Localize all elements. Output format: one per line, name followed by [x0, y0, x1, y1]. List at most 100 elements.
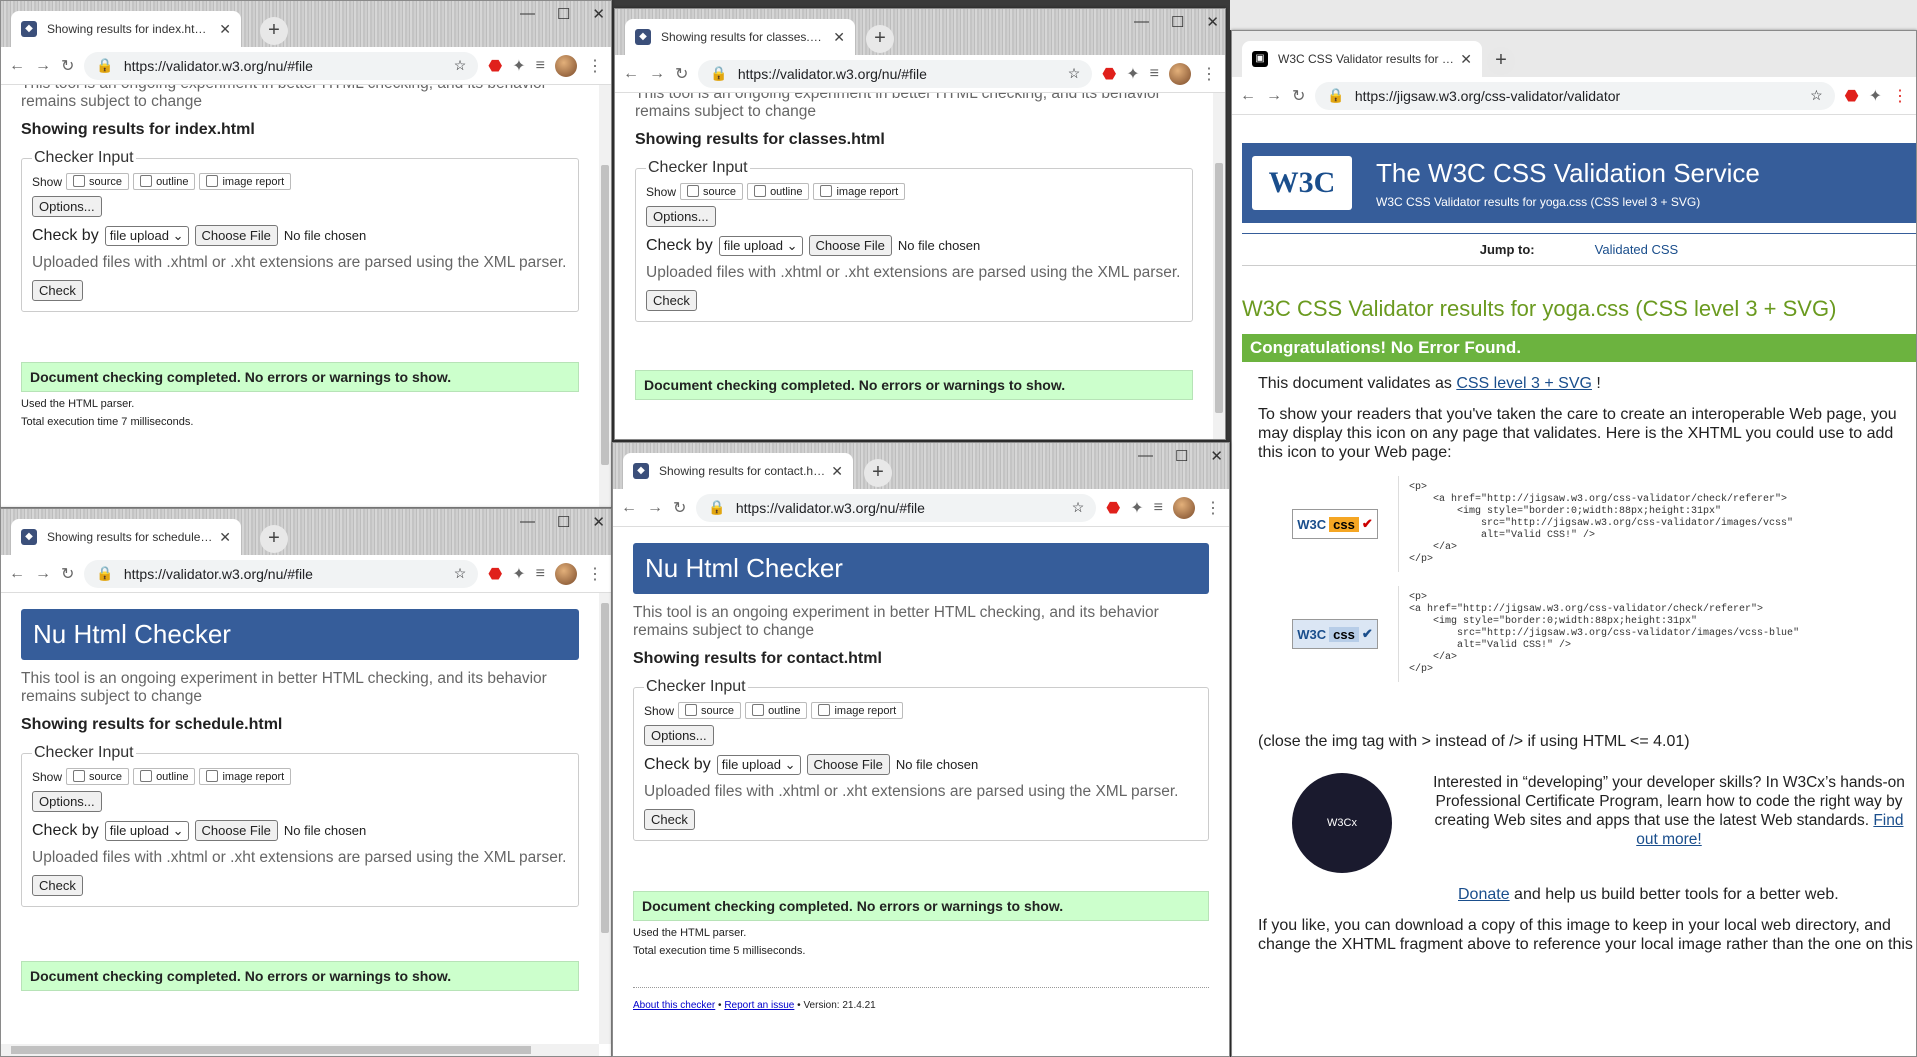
- menu-icon[interactable]: ⋮: [587, 564, 603, 584]
- valid-css-blue-badge[interactable]: W3C css ✔: [1292, 619, 1378, 649]
- star-icon[interactable]: ☆: [1068, 65, 1081, 82]
- menu-icon[interactable]: ⋮: [587, 56, 603, 76]
- choose-file-button[interactable]: Choose File: [806, 754, 890, 775]
- back-icon[interactable]: ←: [9, 57, 25, 75]
- extensions-icon[interactable]: ✦: [512, 564, 525, 584]
- outline-checkbox[interactable]: outline: [133, 768, 196, 785]
- close-window-icon[interactable]: ✕: [592, 5, 605, 23]
- source-checkbox[interactable]: source: [66, 173, 130, 190]
- report-issue-link[interactable]: Report an issue: [724, 1000, 794, 1011]
- maximize-icon[interactable]: ☐: [557, 513, 570, 531]
- minimize-icon[interactable]: —: [1134, 13, 1149, 31]
- extensions-icon[interactable]: ✦: [1130, 498, 1143, 518]
- forward-icon[interactable]: →: [1266, 87, 1282, 105]
- maximize-icon[interactable]: ☐: [1171, 13, 1184, 31]
- check-button[interactable]: Check: [32, 875, 83, 896]
- image-report-checkbox[interactable]: image report: [199, 768, 292, 785]
- outline-checkbox[interactable]: outline: [747, 183, 810, 200]
- adblock-icon[interactable]: ⬣: [488, 564, 502, 584]
- valid-css-badge[interactable]: W3C css ✔: [1292, 509, 1378, 539]
- tab-contact[interactable]: ◆ Showing results for contact.html ✕: [623, 453, 853, 489]
- options-button[interactable]: Options...: [32, 791, 102, 812]
- tab-css-validator[interactable]: ▣ W3C CSS Validator results for yo ✕: [1242, 41, 1482, 77]
- reload-icon[interactable]: ↻: [61, 564, 74, 584]
- forward-icon[interactable]: →: [647, 499, 663, 517]
- outline-checkbox[interactable]: outline: [133, 173, 196, 190]
- avatar[interactable]: [555, 54, 577, 77]
- choose-file-button[interactable]: Choose File: [808, 235, 892, 256]
- minimize-icon[interactable]: —: [1138, 447, 1153, 465]
- back-icon[interactable]: ←: [623, 65, 639, 83]
- adblock-icon[interactable]: ⬣: [1106, 498, 1120, 518]
- menu-icon[interactable]: ⋮: [1205, 498, 1221, 518]
- new-tab-button[interactable]: +: [260, 525, 288, 553]
- avatar[interactable]: [1173, 496, 1195, 519]
- reload-icon[interactable]: ↻: [61, 56, 74, 76]
- check-by-select[interactable]: file upload ⌄: [104, 225, 189, 246]
- new-tab-button[interactable]: +: [1487, 47, 1515, 75]
- source-checkbox[interactable]: source: [66, 768, 130, 785]
- extensions-icon[interactable]: ✦: [1126, 64, 1139, 84]
- image-report-checkbox[interactable]: image report: [813, 183, 906, 200]
- reload-icon[interactable]: ↻: [1292, 86, 1305, 106]
- address-bar[interactable]: 🔒 https://validator.w3.org/nu/#file ☆: [84, 51, 479, 80]
- source-checkbox[interactable]: source: [680, 183, 744, 200]
- maximize-icon[interactable]: ☐: [557, 5, 570, 23]
- star-icon[interactable]: ☆: [454, 565, 467, 582]
- maximize-icon[interactable]: ☐: [1175, 447, 1188, 465]
- reload-icon[interactable]: ↻: [675, 64, 688, 84]
- check-button[interactable]: Check: [32, 280, 83, 301]
- new-tab-button[interactable]: +: [866, 25, 894, 53]
- menu-icon[interactable]: ⋮: [1201, 64, 1217, 84]
- options-button[interactable]: Options...: [646, 206, 716, 227]
- source-checkbox[interactable]: source: [678, 702, 742, 719]
- address-bar[interactable]: 🔒 https://jigsaw.w3.org/css-validator/va…: [1315, 81, 1835, 110]
- scrollbar[interactable]: [599, 85, 611, 507]
- address-bar[interactable]: 🔒 https://validator.w3.org/nu/#file ☆: [696, 493, 1097, 522]
- back-icon[interactable]: ←: [1240, 87, 1256, 105]
- choose-file-button[interactable]: Choose File: [194, 225, 278, 246]
- check-button[interactable]: Check: [644, 809, 695, 830]
- adblock-icon[interactable]: ⬣: [488, 56, 502, 76]
- image-report-checkbox[interactable]: image report: [811, 702, 904, 719]
- adblock-icon[interactable]: ⬣: [1102, 64, 1116, 84]
- check-by-select[interactable]: file upload ⌄: [104, 820, 189, 841]
- reading-list-icon[interactable]: ≡: [536, 57, 545, 75]
- forward-icon[interactable]: →: [35, 57, 51, 75]
- back-icon[interactable]: ←: [9, 565, 25, 583]
- close-window-icon[interactable]: ✕: [592, 513, 605, 531]
- close-tab-icon[interactable]: ✕: [219, 21, 231, 38]
- check-by-select[interactable]: file upload ⌄: [716, 754, 801, 775]
- adblock-icon[interactable]: ⬣: [1845, 86, 1859, 106]
- horizontal-scrollbar[interactable]: [1, 1044, 599, 1056]
- close-tab-icon[interactable]: ✕: [219, 529, 231, 546]
- close-tab-icon[interactable]: ✕: [833, 29, 845, 46]
- jump-validated-css-link[interactable]: Validated CSS: [1595, 242, 1679, 257]
- close-tab-icon[interactable]: ✕: [831, 463, 843, 480]
- forward-icon[interactable]: →: [35, 565, 51, 583]
- address-bar[interactable]: 🔒 https://validator.w3.org/nu/#file ☆: [84, 559, 479, 588]
- forward-icon[interactable]: →: [649, 65, 665, 83]
- about-checker-link[interactable]: About this checker: [633, 1000, 715, 1011]
- avatar[interactable]: [1169, 62, 1191, 85]
- outline-checkbox[interactable]: outline: [745, 702, 808, 719]
- w3cx-logo[interactable]: W3Cx: [1292, 773, 1392, 873]
- address-bar[interactable]: 🔒 https://validator.w3.org/nu/#file ☆: [698, 59, 1093, 88]
- new-tab-button[interactable]: +: [864, 459, 892, 487]
- minimize-icon[interactable]: —: [520, 5, 535, 23]
- extensions-icon[interactable]: ✦: [512, 56, 525, 76]
- image-report-checkbox[interactable]: image report: [199, 173, 292, 190]
- check-button[interactable]: Check: [646, 290, 697, 311]
- tab-classes[interactable]: ◆ Showing results for classes.html ✕: [625, 19, 855, 55]
- close-tab-icon[interactable]: ✕: [1460, 51, 1472, 68]
- avatar[interactable]: [555, 562, 577, 585]
- reload-icon[interactable]: ↻: [673, 498, 686, 518]
- reading-list-icon[interactable]: ≡: [536, 565, 545, 583]
- check-by-select[interactable]: file upload ⌄: [718, 235, 803, 256]
- extensions-icon[interactable]: ✦: [1869, 86, 1882, 106]
- tab-index[interactable]: ◆ Showing results for index.html - ✕: [11, 11, 241, 47]
- options-button[interactable]: Options...: [644, 725, 714, 746]
- css-level-link[interactable]: CSS level 3 + SVG: [1456, 375, 1592, 392]
- star-icon[interactable]: ☆: [1810, 87, 1823, 104]
- new-tab-button[interactable]: +: [260, 17, 288, 45]
